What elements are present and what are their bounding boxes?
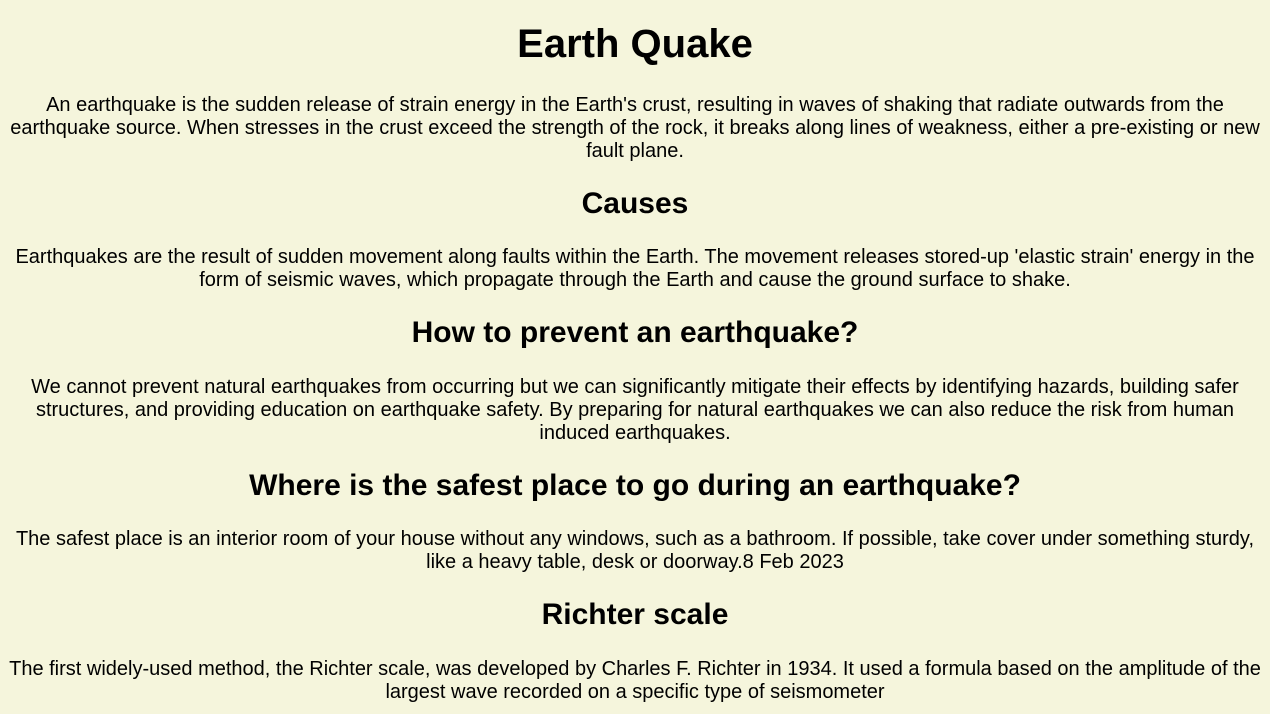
- intro-paragraph: An earthquake is the sudden release of s…: [10, 94, 1260, 162]
- causes-heading: Causes: [581, 187, 689, 220]
- richter-scale-paragraph: The first widely-used method, the Richte…: [9, 658, 1261, 703]
- prevention-heading: How to prevent an earthquake?: [411, 316, 859, 349]
- safest-place-heading: Where is the safest place to go during a…: [249, 469, 1021, 502]
- prevention-paragraph: We cannot prevent natural earthquakes fr…: [31, 376, 1239, 444]
- safest-place-paragraph: The safest place is an interior room of …: [15, 528, 1255, 573]
- page-title: Earth Quake: [517, 22, 753, 66]
- causes-paragraph: Earthquakes are the result of sudden mov…: [15, 246, 1255, 291]
- page-content: Earth Quake An earthquake is the sudden …: [0, 0, 1270, 704]
- richter-scale-heading: Richter scale: [541, 598, 729, 631]
